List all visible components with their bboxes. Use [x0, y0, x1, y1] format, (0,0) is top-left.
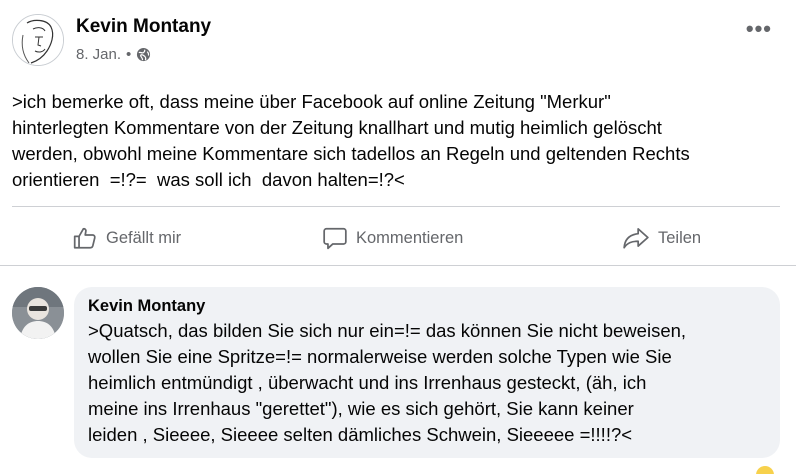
- profile-photo-icon: [12, 287, 64, 339]
- comment-button[interactable]: Kommentieren: [322, 218, 463, 258]
- post-actions-bar: Gefällt mir Kommentieren Teilen: [0, 218, 796, 258]
- share-button[interactable]: Teilen: [622, 218, 701, 258]
- comment-author-name[interactable]: Kevin Montany: [88, 297, 766, 316]
- like-button[interactable]: Gefällt mir: [72, 218, 181, 258]
- comment-footer-partial: [88, 462, 788, 474]
- divider: [12, 206, 780, 207]
- speech-bubble-icon: [323, 227, 347, 250]
- comment-text: >Quatsch, das bilden Sie sich nur ein=!=…: [88, 320, 687, 445]
- author-avatar[interactable]: [12, 14, 64, 66]
- thumbs-up-icon: [73, 227, 96, 249]
- comment-label: Kommentieren: [356, 228, 464, 247]
- post-date[interactable]: 8. Jan.: [76, 46, 121, 63]
- post-header: Kevin Montany 8. Jan. • •••: [12, 14, 784, 70]
- post-author-name[interactable]: Kevin Montany: [76, 16, 211, 38]
- like-label: Gefällt mir: [106, 228, 182, 247]
- more-options-icon[interactable]: •••: [746, 16, 772, 42]
- globe-icon[interactable]: [136, 47, 151, 62]
- meta-separator: •: [126, 46, 132, 63]
- share-arrow-icon: [623, 227, 649, 249]
- post-body-text: >ich bemerke oft, dass meine über Facebo…: [12, 91, 690, 190]
- share-label: Teilen: [658, 228, 702, 247]
- commenter-avatar[interactable]: [12, 287, 64, 339]
- sketch-face-avatar-icon: [13, 15, 63, 65]
- post-meta: 8. Jan. •: [76, 46, 151, 63]
- divider: [0, 265, 796, 266]
- comment-bubble: Kevin Montany >Quatsch, das bilden Sie s…: [74, 287, 780, 458]
